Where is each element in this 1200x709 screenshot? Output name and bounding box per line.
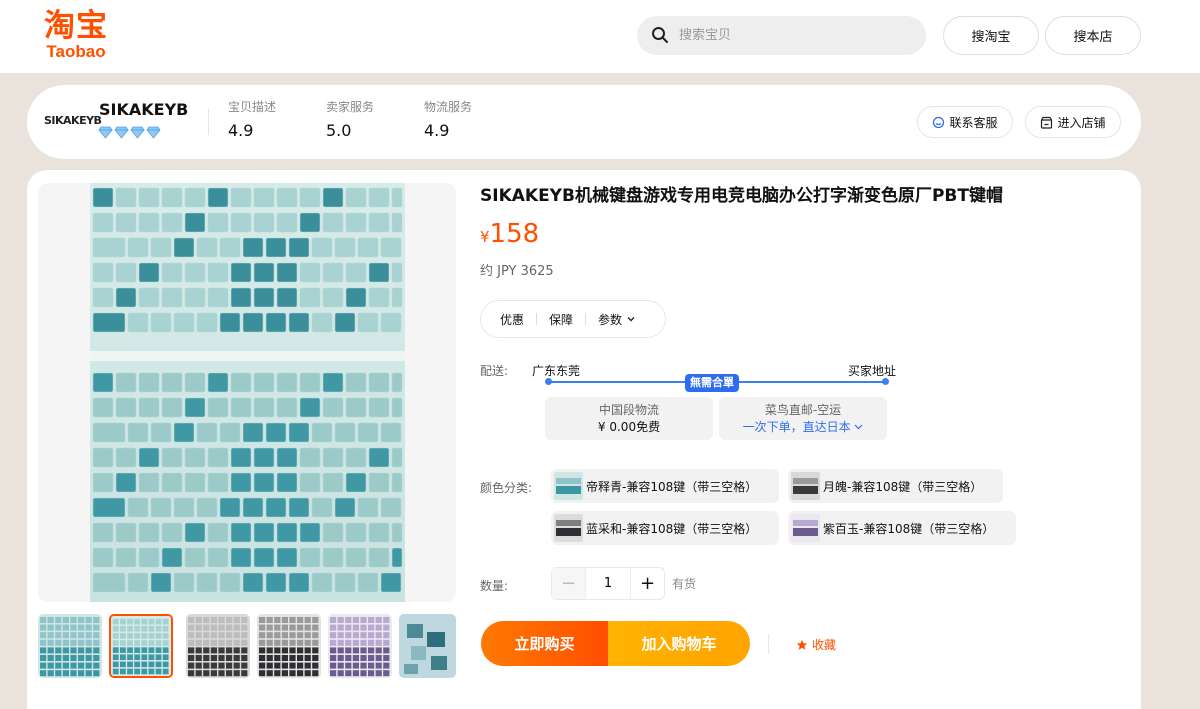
metric-seller-service: 卖家服务 5.0 <box>326 99 374 143</box>
shipping-option-title: 中国段物流 <box>598 403 659 417</box>
diamond-icon <box>98 126 113 139</box>
metric-description: 宝贝描述 4.9 <box>228 99 276 143</box>
metric-label: 物流服务 <box>424 100 473 114</box>
route-start-dot <box>545 378 552 385</box>
thumbnail-1[interactable] <box>38 614 102 678</box>
variant-option[interactable]: 紫百玉-兼容108键（带三空格） <box>788 511 1016 545</box>
diamond-icon <box>114 126 129 139</box>
divider <box>768 634 769 654</box>
shop-card: SIKAKEYB SIKAKEYB 宝贝描述 4.9 卖家服务 5.0 物流服务… <box>27 85 1141 159</box>
enter-shop-button[interactable]: 进入店铺 <box>1025 106 1121 138</box>
tab-guarantee[interactable]: 保障 <box>537 311 585 328</box>
diamond-icon <box>130 126 145 139</box>
metric-logistics: 物流服务 4.9 <box>424 99 472 143</box>
thumbnail-6[interactable] <box>399 614 456 678</box>
variant-thumbnail <box>791 514 820 542</box>
variant-thumbnail <box>554 514 583 542</box>
contact-service-label: 联系客服 <box>949 115 998 130</box>
favorite-label: 收藏 <box>812 638 837 652</box>
taobao-logo[interactable]: 淘宝 Taobao <box>35 9 117 61</box>
shop-logo[interactable]: SIKAKEYB <box>44 114 102 127</box>
international-shipping-box[interactable]: 菜鸟直邮-空运 一次下单，直达日本 <box>719 397 887 440</box>
shop-rating-diamonds <box>98 126 161 139</box>
metric-value: 4.9 <box>228 121 254 140</box>
logo-chinese: 淘宝 <box>44 8 108 44</box>
variant-thumbnail <box>554 472 583 500</box>
variant-label: 帝释青-兼容108键（带三空格） <box>586 479 758 494</box>
variant-option[interactable]: 帝释青-兼容108键（带三空格） <box>551 469 779 503</box>
favorite-button[interactable]: 收藏 <box>796 636 836 653</box>
shop-name[interactable]: SIKAKEYB <box>99 100 188 119</box>
info-tabs: 优惠 保障 参数 <box>480 300 666 338</box>
buy-now-button[interactable]: 立即购买 <box>481 621 608 666</box>
product-title: SIKAKEYB机械键盘游戏专用电竞电脑办公打字渐变色原厂PBT键帽 <box>480 186 1003 206</box>
tab-discount[interactable]: 优惠 <box>481 311 536 328</box>
variant-label: 蓝采和-兼容108键（带三空格） <box>586 521 758 536</box>
color-label: 颜色分类: <box>480 481 533 495</box>
metric-label: 宝贝描述 <box>228 100 277 114</box>
price: ¥158 <box>480 219 539 249</box>
metric-label: 卖家服务 <box>326 100 375 114</box>
star-icon <box>796 639 808 650</box>
increase-button[interactable]: + <box>631 568 664 599</box>
diamond-icon <box>146 126 161 139</box>
shipping-option-title: 菜鸟直邮-空运 <box>764 403 842 417</box>
search-taobao-button[interactable]: 搜淘宝 <box>943 16 1039 55</box>
no-merge-badge: 無需合單 <box>685 374 739 392</box>
divider <box>208 109 209 135</box>
ship-to[interactable]: 买家地址 <box>848 362 896 379</box>
tab-params[interactable]: 参数 <box>586 311 626 328</box>
shipping-label: 配送: <box>480 364 509 378</box>
search-bar <box>637 16 926 55</box>
quantity-stepper: − + <box>551 567 665 600</box>
search-icon <box>652 27 668 43</box>
chat-icon <box>933 116 945 128</box>
ship-from: 广东东莞 <box>532 364 581 378</box>
stock-status: 有货 <box>672 577 697 591</box>
approx-price: 约 JPY 3625 <box>480 264 554 279</box>
variant-option[interactable]: 蓝采和-兼容108键（带三空格） <box>551 511 779 545</box>
search-shop-button[interactable]: 搜本店 <box>1045 16 1141 55</box>
shipping-option-detail-text: 一次下单，直达日本 <box>742 420 851 434</box>
chevron-down-icon[interactable] <box>854 423 863 431</box>
variant-label: 月魄-兼容108键（带三空格） <box>823 479 983 494</box>
variant-option[interactable]: 月魄-兼容108键（带三空格） <box>788 469 1003 503</box>
variant-label: 紫百玉-兼容108键（带三空格） <box>823 521 995 536</box>
metric-value: 4.9 <box>424 121 450 140</box>
thumbnail-3[interactable] <box>186 614 250 678</box>
currency-symbol: ¥ <box>480 228 490 246</box>
contact-service-button[interactable]: 联系客服 <box>917 106 1013 138</box>
quantity-label: 数量: <box>480 579 509 593</box>
thumbnail-5[interactable] <box>328 614 392 678</box>
route-end-dot <box>882 378 889 385</box>
thumbnail-4[interactable] <box>257 614 321 678</box>
add-to-cart-button[interactable]: 加入购物车 <box>608 621 750 666</box>
chevron-down-icon[interactable] <box>626 314 636 324</box>
quantity-input[interactable] <box>585 568 631 599</box>
top-bar: 淘宝 Taobao 搜淘宝 搜本店 <box>0 0 1200 73</box>
variant-thumbnail <box>791 472 820 500</box>
logo-english: Taobao <box>46 42 106 61</box>
domestic-shipping-box: 中国段物流 ¥ 0.00免费 <box>545 397 713 440</box>
decrease-button[interactable]: − <box>552 568 585 599</box>
shipping-option-detail: 一次下单，直达日本 <box>719 418 887 436</box>
price-value: 158 <box>489 219 540 249</box>
purchase-buttons: 立即购买 加入购物车 <box>481 621 750 666</box>
store-icon <box>1041 116 1053 129</box>
thumbnail-2[interactable] <box>109 614 173 678</box>
shipping-option-fee: ¥ 0.00免费 <box>597 420 661 434</box>
search-input[interactable] <box>679 16 909 55</box>
metric-value: 5.0 <box>326 121 352 140</box>
product-main-image[interactable] <box>90 183 405 602</box>
enter-shop-label: 进入店铺 <box>1057 115 1106 130</box>
